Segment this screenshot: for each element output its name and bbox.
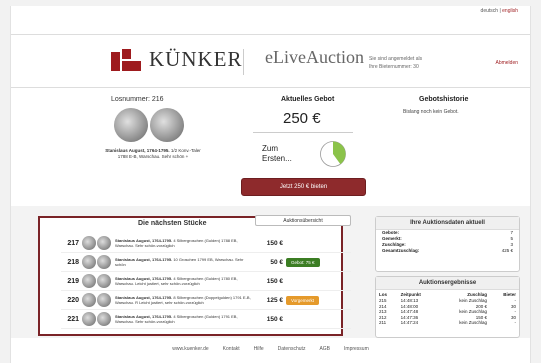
bookmarked-badge: Vorgemerkt bbox=[286, 295, 320, 305]
next-lot-reverse-image[interactable] bbox=[97, 312, 111, 326]
logout-link[interactable]: Abmelden bbox=[495, 60, 518, 66]
next-lot-number: 221 bbox=[67, 315, 79, 323]
stat-row: Gesamtzuschlag: 425 € bbox=[376, 248, 519, 254]
next-lot-row[interactable]: 218 Stanislaus August, 1764-1795. 10 Gro… bbox=[61, 253, 351, 272]
next-lot-obverse-image[interactable] bbox=[82, 236, 96, 250]
lot-description: Stanislaus August, 1764-1795. 1/2 Konv.-… bbox=[103, 148, 203, 160]
current-bid-value: 250 € bbox=[283, 110, 321, 127]
auction-stats-panel: Ihre Auktionsdaten aktuell Gebote: 7 Gemer… bbox=[375, 216, 520, 272]
bid-placed-badge: Gebot: 75 € bbox=[286, 257, 320, 267]
language-switch: deutsch | english bbox=[481, 8, 518, 14]
next-lot-obverse-image[interactable] bbox=[82, 274, 96, 288]
bid-divider bbox=[253, 132, 353, 133]
bid-history-label: Gebotshistorie bbox=[419, 96, 469, 103]
next-lot-row[interactable]: 217 Stanislaus August, 1764-1795. 4 Silb… bbox=[61, 234, 351, 253]
countdown-line-2: Ersten... bbox=[262, 154, 292, 163]
next-lot-row[interactable]: 220 Stanislaus August, 1764-1795. 8 Silb… bbox=[61, 291, 351, 310]
countdown-line-1: Zum bbox=[262, 144, 278, 153]
footer-link[interactable]: Impressum bbox=[344, 346, 369, 352]
next-lot-description: Stanislaus August, 1764-1795. 4 Silbergr… bbox=[115, 238, 253, 248]
current-bid-label: Aktuelles Gebot bbox=[281, 96, 335, 103]
next-lot-obverse-image[interactable] bbox=[82, 255, 96, 269]
product-title: eLiveAuction bbox=[265, 47, 364, 67]
next-lot-obverse-image[interactable] bbox=[82, 293, 96, 307]
next-lot-price: 150 € bbox=[266, 277, 283, 285]
stats-list: Gebote: 7 Gemerkt: 5 Zuschläge: 3 Gesamtzuschl… bbox=[376, 230, 519, 254]
bid-history-text: Bislang noch kein Gebot. bbox=[403, 109, 459, 115]
kuenker-logo[interactable]: KÜNKER bbox=[111, 47, 243, 72]
next-lot-reverse-image[interactable] bbox=[97, 293, 111, 307]
footer-link[interactable]: www.kuenker.de bbox=[172, 346, 208, 352]
next-lot-number: 219 bbox=[67, 277, 79, 285]
next-lot-price: 50 € bbox=[270, 258, 283, 266]
next-lot-number: 217 bbox=[67, 239, 79, 247]
login-info: Sie sind angemeldet als Ihre Bieternumme… bbox=[369, 55, 422, 71]
countdown-status: Zum Ersten... bbox=[262, 144, 292, 164]
coin-reverse-image[interactable] bbox=[150, 108, 184, 142]
stat-key: Gesamtzuschlag: bbox=[382, 248, 420, 253]
current-lot-panel: Losnummer: 216 Stanislaus August, 1764-1… bbox=[11, 88, 530, 206]
footer-link[interactable]: AGB bbox=[319, 346, 330, 352]
bidder-number: Ihre Bieternummer: 30 bbox=[369, 64, 419, 70]
header: KÜNKER eLiveAuction Sie sind angemeldet … bbox=[11, 34, 530, 88]
next-lot-price: 150 € bbox=[266, 239, 283, 247]
auction-results-panel: Auktionsergebnisse Los Zeitpunkt Zuschlag B… bbox=[375, 276, 520, 338]
lower-section: Die nächsten Stücke Auktionsübersicht 21… bbox=[11, 206, 530, 338]
results-cell: 211 bbox=[379, 320, 387, 325]
results-title: Auktionsergebnisse bbox=[376, 277, 519, 290]
results-cell: - bbox=[514, 320, 517, 325]
next-lot-description: Stanislaus August, 1764-1795. 4 Silbergr… bbox=[115, 314, 253, 324]
next-lot-row[interactable]: 221 Stanislaus August, 1764-1795. 4 Silb… bbox=[61, 310, 351, 329]
logo-text: KÜNKER bbox=[149, 47, 243, 71]
page: KÜNKER eLiveAuction Sie sind angemeldet … bbox=[10, 6, 531, 363]
lot-description-bold: Stanislaus August, 1764-1795. bbox=[105, 148, 170, 153]
login-line-1: Sie sind angemeldet als bbox=[369, 56, 423, 62]
next-lot-number: 218 bbox=[67, 258, 79, 266]
next-lot-row[interactable]: 219 Stanislaus August, 1764-1795. 4 Silb… bbox=[61, 272, 351, 291]
results-cell: 14:47:24 bbox=[400, 320, 419, 325]
coin-obverse-image[interactable] bbox=[114, 108, 148, 142]
next-lot-obverse-image[interactable] bbox=[82, 312, 96, 326]
countdown-timer-icon bbox=[320, 141, 346, 167]
kuenker-logo-icon bbox=[111, 48, 141, 71]
next-lot-price: 125 € bbox=[266, 296, 283, 304]
next-lot-reverse-image[interactable] bbox=[97, 274, 111, 288]
lot-number: Losnummer: 216 bbox=[111, 96, 164, 103]
results-row: 211 14:47:24 kein Zuschlag - bbox=[376, 320, 519, 326]
lang-de-link[interactable]: deutsch bbox=[481, 8, 499, 14]
next-lot-reverse-image[interactable] bbox=[97, 255, 111, 269]
next-lot-description: Stanislaus August, 1764-1795. 10 Grosche… bbox=[115, 257, 253, 267]
next-lot-description: Stanislaus August, 1764-1795. 4 Silbergr… bbox=[115, 276, 253, 286]
lang-en-link[interactable]: english bbox=[502, 8, 518, 14]
next-lot-price: 150 € bbox=[266, 315, 283, 323]
stats-title: Ihre Auktionsdaten aktuell bbox=[376, 217, 519, 230]
next-lot-description: Stanislaus August, 1764-1795. 8 Silbergr… bbox=[115, 295, 253, 305]
next-lots-title: Die nächsten Stücke bbox=[138, 220, 207, 227]
results-cell: kein Zuschlag bbox=[459, 320, 488, 325]
footer-link[interactable]: Datenschutz bbox=[278, 346, 306, 352]
place-bid-button[interactable]: Jetzt 250 € bieten bbox=[241, 178, 366, 196]
results-body: 215 14:48:13 kein Zuschlag -214 14:48:00 200 … bbox=[376, 298, 519, 326]
auction-overview-button[interactable]: Auktionsübersicht bbox=[255, 215, 351, 226]
footer-link[interactable]: Hilfe bbox=[254, 346, 264, 352]
next-lot-number: 220 bbox=[67, 296, 79, 304]
footer-link[interactable]: Kontakt bbox=[223, 346, 240, 352]
header-divider bbox=[243, 49, 244, 75]
results-table: Los Zeitpunkt Zuschlag Bieter 215 14:48:13 ke… bbox=[376, 292, 519, 326]
stat-value: 425 € bbox=[501, 248, 513, 253]
next-lot-reverse-image[interactable] bbox=[97, 236, 111, 250]
footer-links: www.kuenker.de Kontakt Hilfe Datenschutz AGB… bbox=[11, 346, 530, 352]
